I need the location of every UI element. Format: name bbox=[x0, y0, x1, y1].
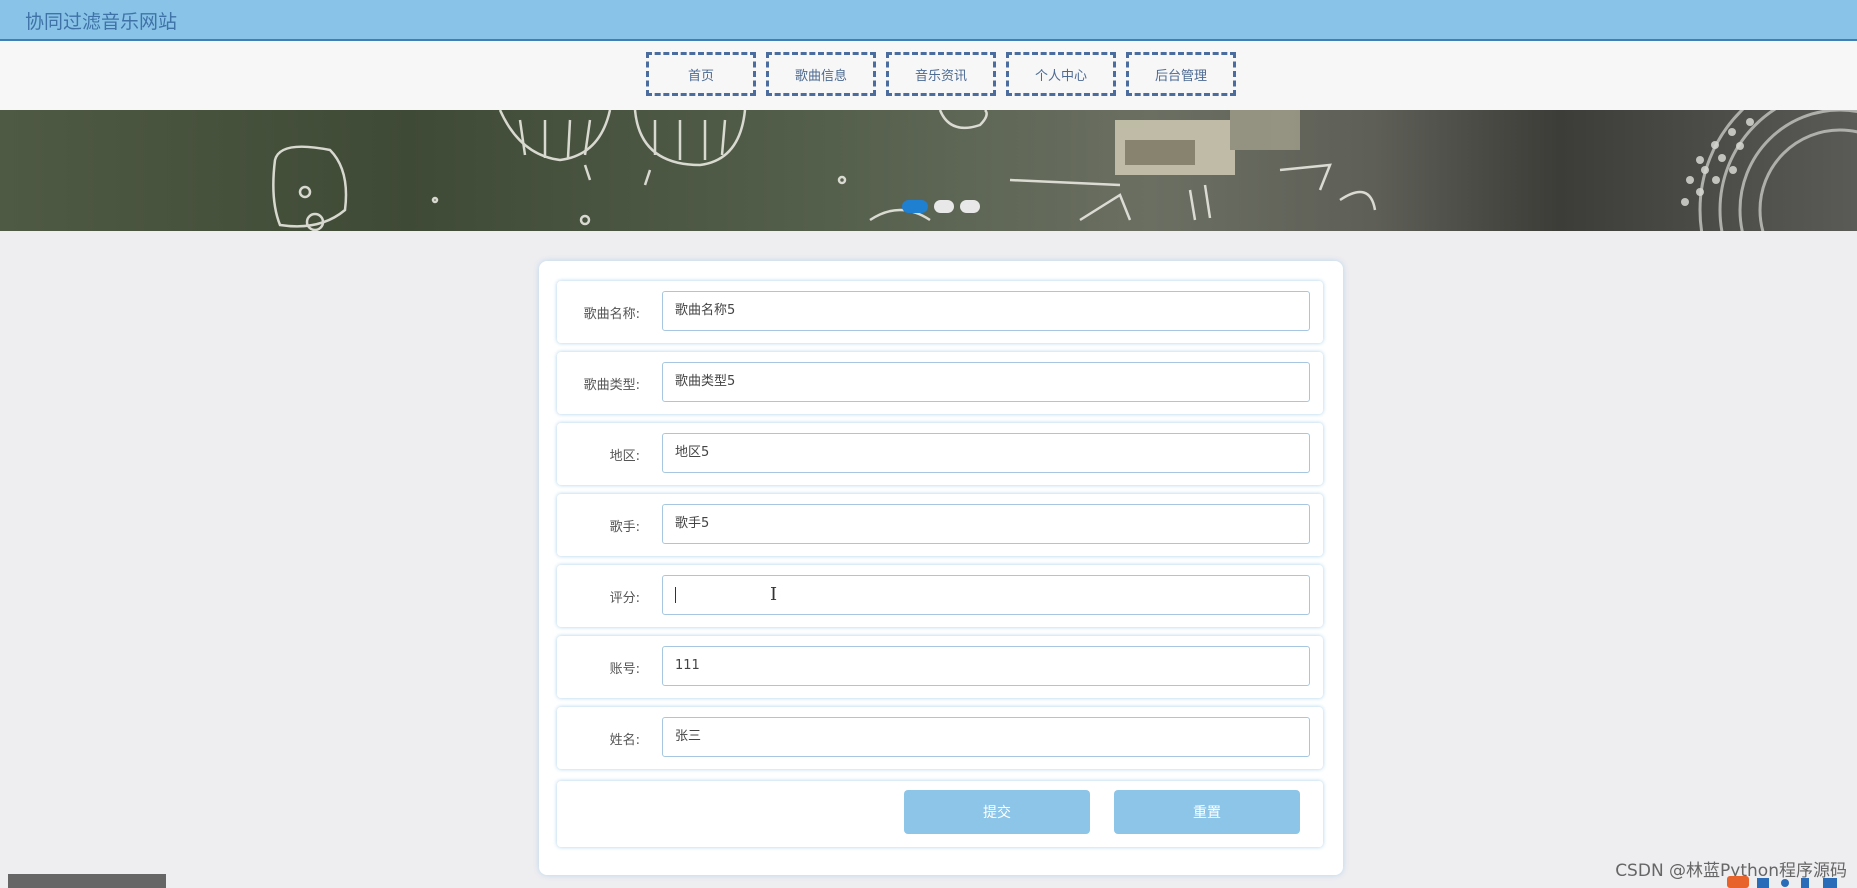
form-row-account: 账号: 111 bbox=[557, 636, 1323, 698]
song-form-card: 歌曲名称: 歌曲名称5 歌曲类型: 歌曲类型5 地区: 地区5 歌手: 歌手5 … bbox=[539, 261, 1343, 875]
reset-button[interactable]: 重置 bbox=[1114, 790, 1300, 834]
name-input[interactable]: 张三 bbox=[662, 717, 1310, 757]
text-caret bbox=[675, 586, 676, 603]
navigation-bar: 首页 歌曲信息 音乐资讯 个人中心 后台管理 bbox=[0, 41, 1857, 110]
carousel-indicators bbox=[902, 200, 980, 213]
nav-item-personal-center[interactable]: 个人中心 bbox=[1006, 52, 1116, 96]
rating-input[interactable] bbox=[662, 575, 1310, 615]
nav-item-music-news[interactable]: 音乐资讯 bbox=[886, 52, 996, 96]
region-label: 地区: bbox=[609, 449, 640, 464]
carousel-dot-3[interactable] bbox=[960, 200, 980, 213]
nav-item-admin[interactable]: 后台管理 bbox=[1126, 52, 1236, 96]
song-type-label: 歌曲类型: bbox=[583, 378, 640, 393]
submit-button[interactable]: 提交 bbox=[904, 790, 1090, 834]
nav-item-song-info[interactable]: 歌曲信息 bbox=[766, 52, 876, 96]
region-input[interactable]: 地区5 bbox=[662, 433, 1310, 473]
top-header: 协同过滤音乐网站 bbox=[0, 0, 1857, 41]
singer-input[interactable]: 歌手5 bbox=[662, 504, 1310, 544]
song-name-input[interactable]: 歌曲名称5 bbox=[662, 291, 1310, 331]
form-row-name: 姓名: 张三 bbox=[557, 707, 1323, 769]
form-row-region: 地区: 地区5 bbox=[557, 423, 1323, 485]
form-actions: 提交 重置 bbox=[557, 781, 1323, 847]
singer-label: 歌手: bbox=[609, 520, 640, 535]
form-row-song-name: 歌曲名称: 歌曲名称5 bbox=[557, 281, 1323, 343]
carousel-dot-2[interactable] bbox=[934, 200, 954, 213]
mouse-ibeam-cursor-icon: I bbox=[770, 584, 778, 605]
nav-menu: 首页 歌曲信息 音乐资讯 个人中心 后台管理 bbox=[646, 52, 1236, 96]
form-row-song-type: 歌曲类型: 歌曲类型5 bbox=[557, 352, 1323, 414]
account-label: 账号: bbox=[609, 662, 640, 677]
ime-toolbar-icon bbox=[1727, 876, 1837, 888]
form-row-singer: 歌手: 歌手5 bbox=[557, 494, 1323, 556]
carousel-dot-1[interactable] bbox=[902, 200, 928, 213]
nav-item-home[interactable]: 首页 bbox=[646, 52, 756, 96]
rating-label: 评分: bbox=[609, 591, 640, 606]
form-row-rating: 评分: bbox=[557, 565, 1323, 627]
taskbar-fragment bbox=[8, 874, 166, 888]
name-label: 姓名: bbox=[609, 733, 640, 748]
song-name-label: 歌曲名称: bbox=[583, 307, 640, 322]
site-title: 协同过滤音乐网站 bbox=[25, 11, 178, 33]
song-type-input[interactable]: 歌曲类型5 bbox=[662, 362, 1310, 402]
account-input[interactable]: 111 bbox=[662, 646, 1310, 686]
